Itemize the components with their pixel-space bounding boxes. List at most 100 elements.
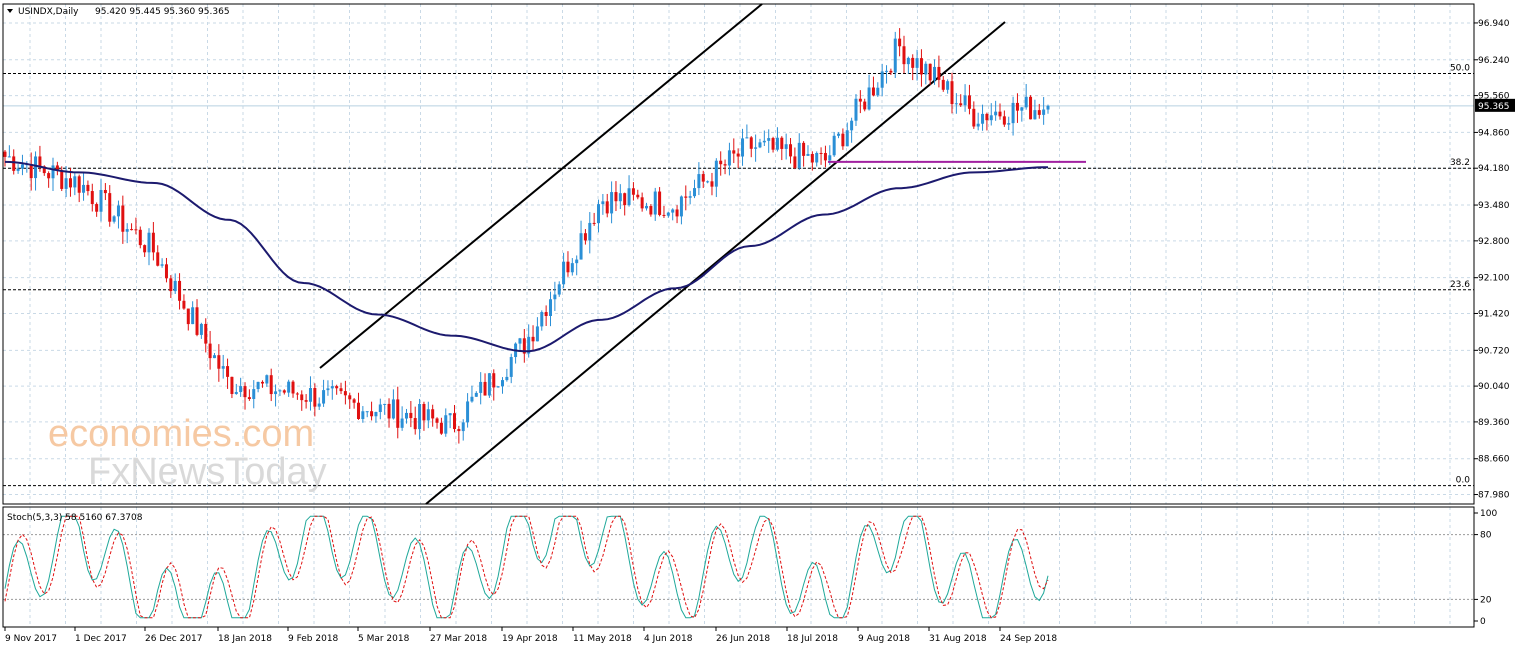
candle-body[interactable]	[291, 381, 295, 394]
candle-body[interactable]	[893, 38, 897, 73]
candle-body[interactable]	[300, 394, 304, 401]
candle-body[interactable]	[356, 402, 360, 420]
candle-body[interactable]	[566, 261, 570, 273]
candle-body[interactable]	[841, 133, 845, 147]
candle-body[interactable]	[60, 170, 64, 189]
candle-body[interactable]	[688, 196, 692, 198]
candle-body[interactable]	[723, 164, 727, 166]
candle-body[interactable]	[274, 391, 278, 395]
candle-body[interactable]	[173, 280, 177, 292]
candle-body[interactable]	[1033, 110, 1037, 120]
candle-body[interactable]	[116, 205, 120, 217]
candle-body[interactable]	[780, 137, 784, 149]
candle-body[interactable]	[549, 299, 553, 317]
candle-body[interactable]	[906, 57, 910, 65]
candle-body[interactable]	[212, 355, 216, 359]
candle-body[interactable]	[658, 191, 662, 215]
candle-body[interactable]	[186, 308, 190, 325]
candle-body[interactable]	[326, 388, 330, 391]
candle-body[interactable]	[623, 193, 627, 206]
candle-body[interactable]	[950, 81, 954, 105]
candle-body[interactable]	[112, 216, 116, 222]
candle-body[interactable]	[439, 422, 443, 434]
candle-body[interactable]	[452, 413, 456, 430]
candle-body[interactable]	[666, 212, 670, 216]
candle-body[interactable]	[858, 98, 862, 102]
candle-body[interactable]	[959, 103, 963, 106]
candle-body[interactable]	[269, 375, 273, 395]
candle-body[interactable]	[544, 312, 548, 317]
candle-body[interactable]	[143, 245, 147, 253]
candle-body[interactable]	[762, 140, 766, 143]
chart-svg[interactable]: economies.com FxNewsToday 50.0 38.2 23.6 0.…	[0, 0, 1516, 650]
candle-body[interactable]	[348, 395, 352, 400]
candle-body[interactable]	[335, 386, 339, 389]
candle-body[interactable]	[418, 403, 422, 430]
candle-body[interactable]	[963, 95, 967, 106]
candle-body[interactable]	[282, 390, 286, 393]
candle-body[interactable]	[247, 397, 251, 399]
candle-body[interactable]	[1024, 96, 1028, 108]
candle-body[interactable]	[108, 193, 112, 222]
candle-body[interactable]	[330, 386, 334, 389]
candle-body[interactable]	[374, 412, 378, 417]
candle-body[interactable]	[265, 375, 269, 384]
candle-body[interactable]	[466, 401, 470, 423]
candle-body[interactable]	[911, 57, 915, 68]
candle-body[interactable]	[426, 409, 430, 421]
candle-body[interactable]	[684, 196, 688, 198]
candle-body[interactable]	[295, 393, 299, 395]
candle-body[interactable]	[409, 412, 413, 419]
candle-body[interactable]	[138, 229, 142, 246]
candle-body[interactable]	[483, 381, 487, 396]
candle-body[interactable]	[924, 63, 928, 75]
candle-body[interactable]	[902, 46, 906, 65]
candle-body[interactable]	[125, 229, 129, 232]
candle-body[interactable]	[850, 120, 854, 131]
candle-body[interactable]	[819, 152, 823, 154]
candle-body[interactable]	[828, 155, 832, 161]
candle-body[interactable]	[998, 111, 1002, 117]
candle-body[interactable]	[404, 412, 408, 419]
candle-body[interactable]	[540, 312, 544, 327]
candle-body[interactable]	[164, 264, 168, 279]
candle-body[interactable]	[317, 403, 321, 407]
candle-body[interactable]	[562, 261, 566, 285]
candle-body[interactable]	[505, 376, 509, 381]
candle-body[interactable]	[793, 156, 797, 168]
candle-body[interactable]	[631, 188, 635, 195]
candle-body[interactable]	[732, 150, 736, 154]
candle-body[interactable]	[1007, 123, 1011, 125]
candle-body[interactable]	[479, 381, 483, 393]
candle-body[interactable]	[156, 252, 160, 266]
candle-body[interactable]	[636, 194, 640, 198]
candle-body[interactable]	[954, 103, 958, 105]
candle-body[interactable]	[1046, 105, 1050, 110]
candle-body[interactable]	[151, 232, 155, 253]
candle-body[interactable]	[933, 66, 937, 81]
candle-body[interactable]	[16, 168, 20, 171]
candle-body[interactable]	[937, 66, 941, 80]
candle-body[interactable]	[1011, 102, 1015, 124]
candle-body[interactable]	[614, 192, 618, 202]
candle-body[interactable]	[618, 193, 622, 202]
candle-body[interactable]	[487, 373, 491, 396]
candle-body[interactable]	[147, 232, 151, 253]
candle-body[interactable]	[941, 79, 945, 90]
candle-body[interactable]	[588, 222, 592, 241]
candle-body[interactable]	[854, 98, 858, 121]
candle-body[interactable]	[771, 138, 775, 150]
candle-body[interactable]	[287, 381, 291, 393]
candle-body[interactable]	[867, 87, 871, 110]
candle-body[interactable]	[169, 278, 173, 292]
candle-body[interactable]	[361, 411, 365, 420]
candle-body[interactable]	[802, 142, 806, 156]
candle-body[interactable]	[706, 181, 710, 183]
candle-body[interactable]	[775, 137, 779, 150]
candle-body[interactable]	[226, 366, 230, 377]
candle-body[interactable]	[553, 294, 557, 300]
candle-body[interactable]	[845, 130, 849, 147]
candle-body[interactable]	[470, 396, 474, 402]
candle-body[interactable]	[370, 411, 374, 417]
candle-body[interactable]	[701, 174, 705, 182]
